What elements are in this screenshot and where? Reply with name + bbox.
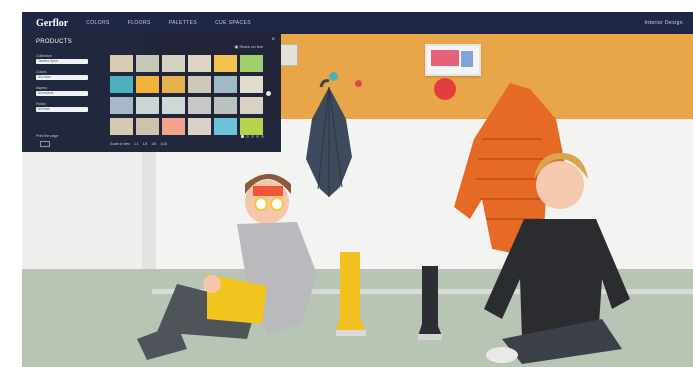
color-swatch[interactable]	[110, 118, 133, 135]
color-swatch[interactable]	[188, 55, 211, 72]
filter-label: Collection	[36, 54, 52, 58]
top-nav-bar: Gerflor COLORS FLOORS PALETTES CUE SPACE…	[22, 12, 693, 34]
panel-title: PRODUCTS	[36, 39, 73, 45]
swatch-pager	[241, 135, 264, 138]
color-swatch[interactable]	[110, 97, 133, 114]
scale-option[interactable]: 1/4	[143, 142, 148, 146]
collection-select[interactable]: Taraflex Sport	[36, 59, 88, 64]
yellow-boot-image	[336, 252, 366, 336]
nav-item-interior-design[interactable]: Interior Design	[644, 20, 683, 26]
colors-select[interactable]: All colors	[36, 75, 88, 80]
pager-dot[interactable]	[246, 135, 249, 138]
filter-collection: Collection Taraflex Sport	[36, 54, 92, 64]
pager-dot[interactable]	[251, 135, 254, 138]
finish-select[interactable]: All finish	[36, 107, 88, 112]
filter-finish: Finish All finish	[36, 102, 92, 112]
nav-item-cue-spaces[interactable]: CUE SPACES	[215, 20, 251, 26]
color-swatch[interactable]	[240, 118, 263, 135]
scale-label: Scale of view	[110, 142, 130, 146]
pager-dot[interactable]	[261, 135, 264, 138]
color-swatch[interactable]	[214, 76, 237, 93]
filter-aspect: Aspect All aspects	[36, 86, 92, 96]
print-label: Print the page	[36, 134, 59, 138]
wall-picture-frame	[425, 44, 481, 76]
boy-child-image	[484, 153, 630, 364]
color-swatch[interactable]	[162, 55, 185, 72]
color-swatch[interactable]	[240, 97, 263, 114]
color-swatch[interactable]	[240, 76, 263, 93]
aspect-select[interactable]: All aspects	[36, 91, 88, 96]
color-swatch[interactable]	[136, 118, 159, 135]
nav-item-colors[interactable]: COLORS	[86, 20, 110, 26]
nav-item-floors[interactable]: FLOORS	[128, 20, 151, 26]
share-online-link[interactable]: ▣ Share on line	[235, 44, 263, 49]
color-swatch[interactable]	[136, 97, 159, 114]
scale-option[interactable]: 1:1	[134, 142, 139, 146]
color-swatch[interactable]	[188, 118, 211, 135]
color-swatch[interactable]	[136, 55, 159, 72]
app-window: Gerflor COLORS FLOORS PALETTES CUE SPACE…	[22, 12, 693, 367]
nav-item-palettes[interactable]: PALETTES	[169, 20, 197, 26]
print-button[interactable]	[40, 141, 50, 147]
color-swatch[interactable]	[188, 97, 211, 114]
girl-child-image	[137, 174, 317, 360]
filter-label: Finish	[36, 102, 46, 106]
filter-label: Colors	[36, 70, 47, 74]
color-swatch[interactable]	[136, 76, 159, 93]
color-swatch[interactable]	[240, 55, 263, 72]
close-icon[interactable]: ×	[271, 37, 275, 43]
products-panel: PRODUCTS × ▣ Share on line Collection Ta…	[22, 34, 281, 152]
scale-option[interactable]: 1/8	[151, 142, 156, 146]
color-swatch[interactable]	[214, 118, 237, 135]
color-swatch[interactable]	[162, 76, 185, 93]
black-boot-image	[418, 266, 442, 340]
pager-dot[interactable]	[256, 135, 259, 138]
color-swatch[interactable]	[110, 55, 133, 72]
wall-frame-small	[280, 44, 298, 66]
color-swatch[interactable]	[214, 97, 237, 114]
color-swatch[interactable]	[188, 76, 211, 93]
red-wall-hook	[355, 80, 362, 87]
color-swatch-grid	[110, 55, 264, 135]
color-swatch[interactable]	[110, 76, 133, 93]
next-arrow-icon[interactable]	[266, 91, 271, 96]
filter-label: Aspect	[36, 86, 47, 90]
pager-dot[interactable]	[241, 135, 244, 138]
filter-colors: Colors All colors	[36, 70, 92, 80]
color-swatch[interactable]	[214, 55, 237, 72]
color-swatch[interactable]	[162, 97, 185, 114]
gerflor-logo[interactable]: Gerflor	[36, 18, 68, 29]
color-swatch[interactable]	[162, 118, 185, 135]
scale-option[interactable]: 1/16	[160, 142, 167, 146]
scale-of-view: Scale of view 1:1 1/4 1/8 1/16	[110, 142, 167, 146]
